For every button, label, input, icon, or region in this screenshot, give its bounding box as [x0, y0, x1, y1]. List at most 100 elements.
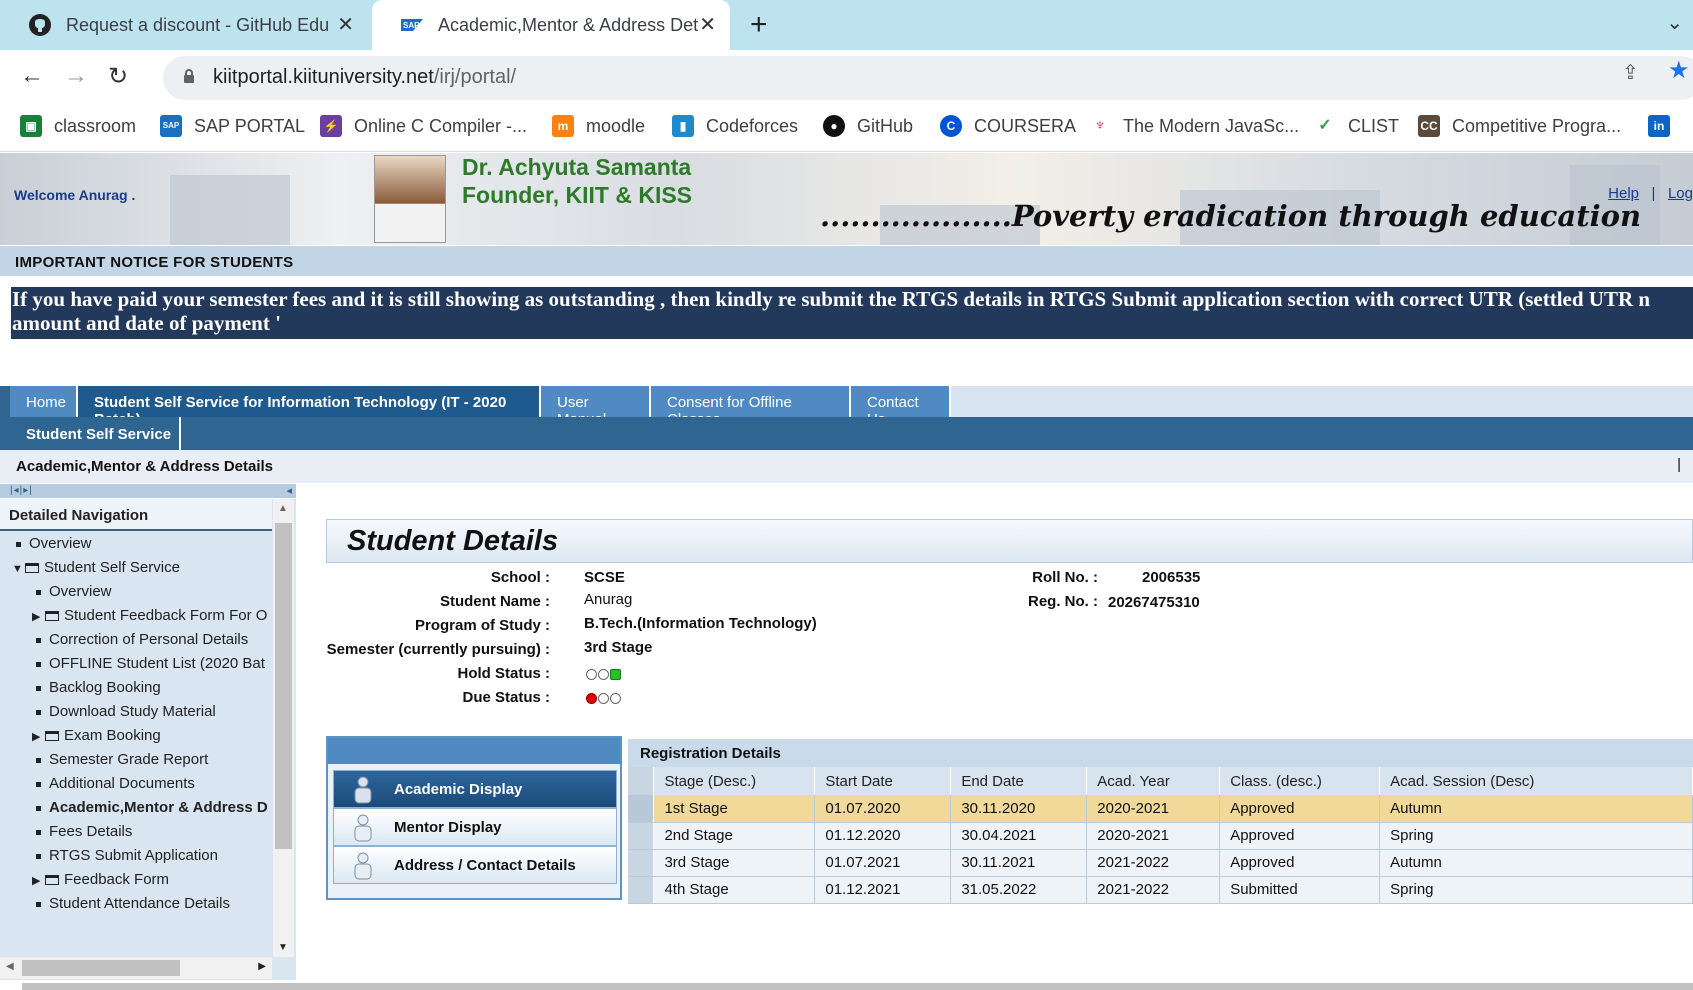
- nav-folder-exam-booking[interactable]: ▶ Exam Booking: [32, 727, 161, 751]
- bookmark-label: moodle: [586, 115, 646, 136]
- status-light-off-icon: [598, 692, 609, 704]
- expanded-triangle-icon: ▼: [12, 563, 23, 575]
- bookmark-online-c-compiler[interactable]: ⚡ Online C Compiler -...: [320, 115, 527, 137]
- column-header-start-date[interactable]: Start Date: [814, 767, 952, 795]
- semester-value: 3rd Stage: [584, 639, 653, 656]
- tab-consent-offline-classes[interactable]: Consent for Offline Classes: [651, 386, 851, 428]
- tab-home[interactable]: Home: [10, 386, 78, 417]
- collapse-panel-icon[interactable]: ◂: [286, 484, 292, 497]
- scroll-left-icon[interactable]: ◀: [6, 961, 14, 972]
- scrollbar-thumb[interactable]: [275, 523, 292, 849]
- column-header-stage[interactable]: Stage (Desc.): [653, 767, 816, 795]
- tab-student-self-service-it[interactable]: Student Self Service for Information Tec…: [78, 386, 541, 428]
- welcome-text: Welcome Anurag .: [14, 187, 136, 203]
- bookmark-linkedin[interactable]: in: [1648, 115, 1682, 137]
- nav-folder-student-feedback-form[interactable]: ▶ Student Feedback Form For O: [32, 607, 267, 631]
- bookmark-sap-portal[interactable]: SAP SAP PORTAL: [160, 115, 305, 137]
- nav-item-offline-student-list[interactable]: OFFLINE Student List (2020 Bat: [36, 655, 265, 679]
- column-header-acad-session[interactable]: Acad. Session (Desc): [1379, 767, 1693, 795]
- back-icon[interactable]: ←: [20, 62, 44, 90]
- nav-folder-student-self-service[interactable]: ▼ Student Self Service: [12, 559, 180, 583]
- url-field[interactable]: kiitportal.kiituniversity.net/irj/portal…: [163, 56, 1693, 100]
- page-horizontal-scrollbar[interactable]: [22, 983, 1693, 990]
- row-selector-header[interactable]: [628, 767, 655, 795]
- column-header-class[interactable]: Class. (desc.): [1219, 767, 1381, 795]
- status-light-off-icon: [610, 692, 621, 704]
- github-icon: [29, 14, 51, 36]
- page-title-bar: Academic,Mentor & Address Details |: [0, 450, 1693, 483]
- sap-icon: SAP: [160, 115, 182, 137]
- bookmark-clist[interactable]: ✓ CLIST: [1314, 115, 1399, 137]
- nav-item-label: OFFLINE Student List (2020 Bat: [49, 655, 265, 672]
- scroll-up-icon[interactable]: ▲: [278, 503, 288, 514]
- bookmark-classroom[interactable]: ▣ classroom: [20, 115, 136, 137]
- table-row[interactable]: 3rd Stage 01.07.2021 30.11.2021 2021-202…: [628, 849, 1693, 877]
- tab-contact-us[interactable]: Contact Us: [851, 386, 951, 428]
- nav-item-student-attendance-details[interactable]: Student Attendance Details: [36, 895, 230, 919]
- table-cell: 01.12.2021: [814, 876, 952, 904]
- bullet-icon: [36, 805, 41, 811]
- nav-item-correction-personal-details[interactable]: Correction of Personal Details: [36, 631, 248, 655]
- nav-item-overview-sub[interactable]: Overview: [36, 583, 112, 607]
- new-tab-button[interactable]: +: [750, 8, 768, 42]
- close-tab-icon[interactable]: ✕: [699, 12, 716, 37]
- tab-search-chevron-icon[interactable]: ⌄: [1666, 10, 1683, 35]
- bookmark-moodle[interactable]: m moodle: [552, 115, 645, 137]
- nav-item-download-study-material[interactable]: Download Study Material: [36, 703, 216, 727]
- nav-item-overview[interactable]: Overview: [16, 535, 92, 559]
- reload-icon[interactable]: ↻: [108, 62, 128, 91]
- scroll-right-icon[interactable]: ▶: [258, 961, 266, 972]
- table-row[interactable]: 2nd Stage 01.12.2020 30.04.2021 2020-202…: [628, 822, 1693, 850]
- table-cell: 31.05.2022: [950, 876, 1088, 904]
- table-row[interactable]: 4th Stage 01.12.2021 31.05.2022 2021-202…: [628, 876, 1693, 904]
- table-cell: Autumn: [1379, 795, 1693, 823]
- help-link[interactable]: Help: [1608, 185, 1639, 202]
- row-selector[interactable]: [628, 849, 655, 877]
- forward-icon[interactable]: →: [64, 62, 88, 90]
- column-header-acad-year[interactable]: Acad. Year: [1086, 767, 1221, 795]
- tab-user-manual[interactable]: User Manual: [541, 386, 651, 428]
- nav-folder-feedback-form[interactable]: ▶ Feedback Form: [32, 871, 169, 895]
- table-row[interactable]: 1st Stage 01.07.2020 30.11.2020 2020-202…: [628, 795, 1693, 823]
- compiler-icon: ⚡: [320, 115, 342, 137]
- due-status-label: Due Status :: [462, 689, 550, 706]
- close-tab-icon[interactable]: ✕: [337, 12, 354, 37]
- folder-icon: [25, 563, 39, 574]
- browser-tab-sap[interactable]: SAP Academic,Mentor & Address Det ✕: [372, 0, 730, 50]
- student-name-label: Student Name :: [439, 593, 550, 610]
- bookmark-modern-javascript[interactable]: ♆ The Modern JavaSc...: [1089, 115, 1299, 137]
- navigation-horizontal-scrollbar[interactable]: ◀ ▶: [0, 957, 272, 979]
- bookmark-label: classroom: [54, 115, 137, 136]
- nav-item-semester-grade-report[interactable]: Semester Grade Report: [36, 751, 208, 775]
- mentor-display-button[interactable]: Mentor Display: [333, 808, 617, 846]
- address-contact-details-button[interactable]: Address / Contact Details: [333, 846, 617, 884]
- bookmark-github[interactable]: ● GitHub: [823, 115, 913, 137]
- panel-resize-handle[interactable]: |◂|▸|: [10, 485, 33, 496]
- nav-item-fees-details[interactable]: Fees Details: [36, 823, 132, 847]
- tab-student-self-service[interactable]: Student Self Service: [18, 417, 182, 450]
- navigation-vertical-scrollbar[interactable]: ▲ ▼: [273, 499, 294, 957]
- nav-item-label: Overview: [49, 583, 112, 600]
- academic-display-button[interactable]: Academic Display: [333, 770, 617, 808]
- column-header-end-date[interactable]: End Date: [950, 767, 1088, 795]
- bookmark-coursera[interactable]: C COURSERA: [940, 115, 1076, 137]
- bookmark-competitive-programming[interactable]: CC Competitive Progra...: [1418, 115, 1621, 137]
- bookmark-label: The Modern JavaSc...: [1123, 115, 1300, 136]
- bookmark-star-icon[interactable]: ★: [1668, 56, 1690, 85]
- browser-tab-github[interactable]: Request a discount - GitHub Edu ✕: [0, 0, 368, 50]
- nav-item-backlog-booking[interactable]: Backlog Booking: [36, 679, 161, 703]
- due-status-indicator: [586, 689, 622, 706]
- row-selector[interactable]: [628, 795, 655, 823]
- scrollbar-thumb[interactable]: [22, 960, 180, 976]
- scroll-down-icon[interactable]: ▼: [278, 942, 288, 953]
- row-selector[interactable]: [628, 876, 655, 904]
- share-icon[interactable]: ⇪: [1622, 60, 1639, 85]
- action-label: Academic Display: [394, 781, 523, 798]
- logoff-link[interactable]: Log: [1668, 185, 1693, 202]
- nav-item-additional-documents[interactable]: Additional Documents: [36, 775, 195, 799]
- row-selector[interactable]: [628, 822, 655, 850]
- bookmark-codeforces[interactable]: ▮ Codeforces: [672, 115, 798, 137]
- nav-item-rtgs-submit-application[interactable]: RTGS Submit Application: [36, 847, 218, 871]
- registration-number-value: 20267475310: [1108, 594, 1200, 611]
- nav-item-academic-mentor-address[interactable]: Academic,Mentor & Address D: [36, 799, 268, 823]
